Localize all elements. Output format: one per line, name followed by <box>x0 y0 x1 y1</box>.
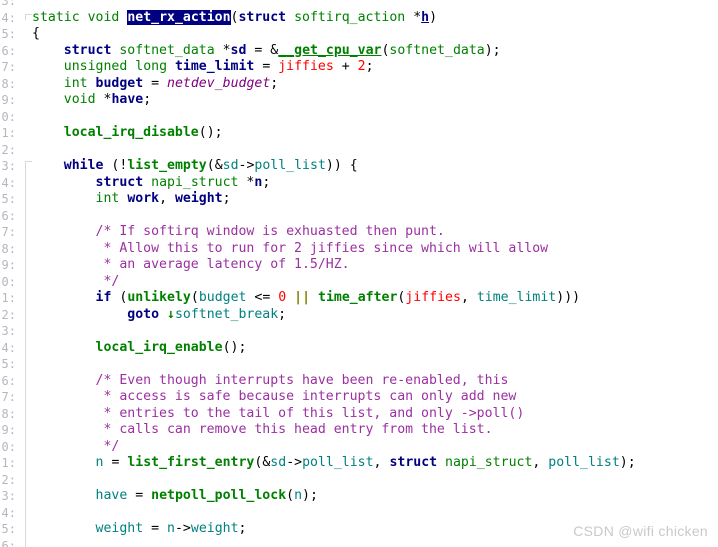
line-number: 4: <box>1 505 16 520</box>
code-line: local_irq_enable(); <box>95 339 247 355</box>
code-line-comment: */ <box>103 438 120 454</box>
line-number: 2: <box>1 142 16 157</box>
code-line: local_irq_disable(); <box>63 125 223 140</box>
line-number: 0: <box>1 274 16 289</box>
line-number: 5: <box>1 27 16 41</box>
line-number: 3: <box>1 489 16 503</box>
line-number: 0: <box>1 439 16 454</box>
fold-tick-while <box>25 161 32 162</box>
code-line: if (unlikely(budget <= 0 || time_after(j… <box>95 290 581 305</box>
line-number: 2: <box>1 307 16 322</box>
line-number: 1: <box>1 126 16 140</box>
code-line: n = list_first_entry(&sd->poll_list, str… <box>95 455 636 470</box>
line-number: 3: <box>1 159 16 173</box>
code-line: int work, weight; <box>95 191 231 206</box>
line-number: 2: <box>1 472 16 487</box>
line-number: 5: <box>1 192 16 206</box>
line-number: 8: <box>1 76 16 91</box>
selected-symbol-highlight[interactable]: net_rx_action <box>127 9 231 25</box>
code-line: { <box>32 26 40 41</box>
code-line-comment: * entries to the tail of this list, and … <box>103 405 525 421</box>
code-line: int budget = netdev_budget; <box>63 75 279 91</box>
code-line-comment: /* If softirq window is exhuasted then p… <box>95 224 445 239</box>
code-line-comment: * an average latency of 1.5/HZ. <box>103 257 350 272</box>
fold-guide-while-block <box>25 161 26 547</box>
code-line-comment: * calls can remove this head entry from … <box>103 422 493 437</box>
fold-tick-top <box>25 14 32 15</box>
line-number: 6: <box>1 43 16 58</box>
line-number: 4: <box>1 10 16 25</box>
line-number: 5: <box>1 357 16 371</box>
code-content[interactable]: static void net_rx_action(struct softirq… <box>32 0 718 547</box>
line-number: 7: <box>1 390 16 404</box>
line-number: 1: <box>1 456 16 470</box>
code-viewer[interactable]: 3: 4: 5: 6: 7: 8: 9: 0: 1: 2: 3: 4: 5: 6: 7: 8: 9: 0: 1: 2:… <box>0 0 718 547</box>
code-line-comment: * Allow this to run for 2 jiffies since … <box>103 240 549 256</box>
code-line-comment: * access is safe because interrupts can … <box>103 389 517 404</box>
code-fold-rail[interactable] <box>18 0 32 547</box>
line-number: 9: <box>1 93 16 107</box>
line-number: 7: <box>1 60 16 74</box>
line-number: 5: <box>1 522 16 536</box>
line-number: 0: <box>1 109 16 124</box>
code-line: struct napi_struct *n; <box>95 174 271 190</box>
line-number: 4: <box>1 175 16 190</box>
line-number: 4: <box>1 340 16 355</box>
goto-jump-down-icon[interactable]: ↓ <box>167 307 175 322</box>
line-number: 6: <box>1 373 16 388</box>
line-number: 1: <box>1 291 16 305</box>
code-line: while (!list_empty(&sd->poll_list)) { <box>63 158 358 173</box>
code-line: void *have; <box>63 92 152 107</box>
line-number: 8: <box>1 241 16 256</box>
csdn-watermark: CSDN @wifi chicken <box>573 523 708 539</box>
line-number: 6: <box>1 538 16 547</box>
line-number: 9: <box>1 423 16 437</box>
code-line: goto ↓softnet_break; <box>127 306 287 322</box>
line-number: 3: <box>1 0 16 8</box>
line-number: 7: <box>1 225 16 239</box>
line-number: 6: <box>1 208 16 223</box>
code-line: static void net_rx_action(struct softirq… <box>32 9 438 25</box>
line-number: 9: <box>1 258 16 272</box>
code-line-comment: */ <box>103 273 120 289</box>
line-number: 3: <box>1 324 16 338</box>
line-number: 8: <box>1 406 16 421</box>
code-line-comment: /* Even though interrupts have been re-e… <box>95 372 509 388</box>
line-number-gutter: 3: 4: 5: 6: 7: 8: 9: 0: 1: 2: 3: 4: 5: 6: 7: 8: 9: 0: 1: 2:… <box>0 0 18 547</box>
code-line: have = netpoll_poll_lock(n); <box>95 488 318 503</box>
code-line: struct softnet_data *sd = &__get_cpu_var… <box>63 42 501 58</box>
code-line: unsigned long time_limit = jiffies + 2; <box>63 59 374 74</box>
